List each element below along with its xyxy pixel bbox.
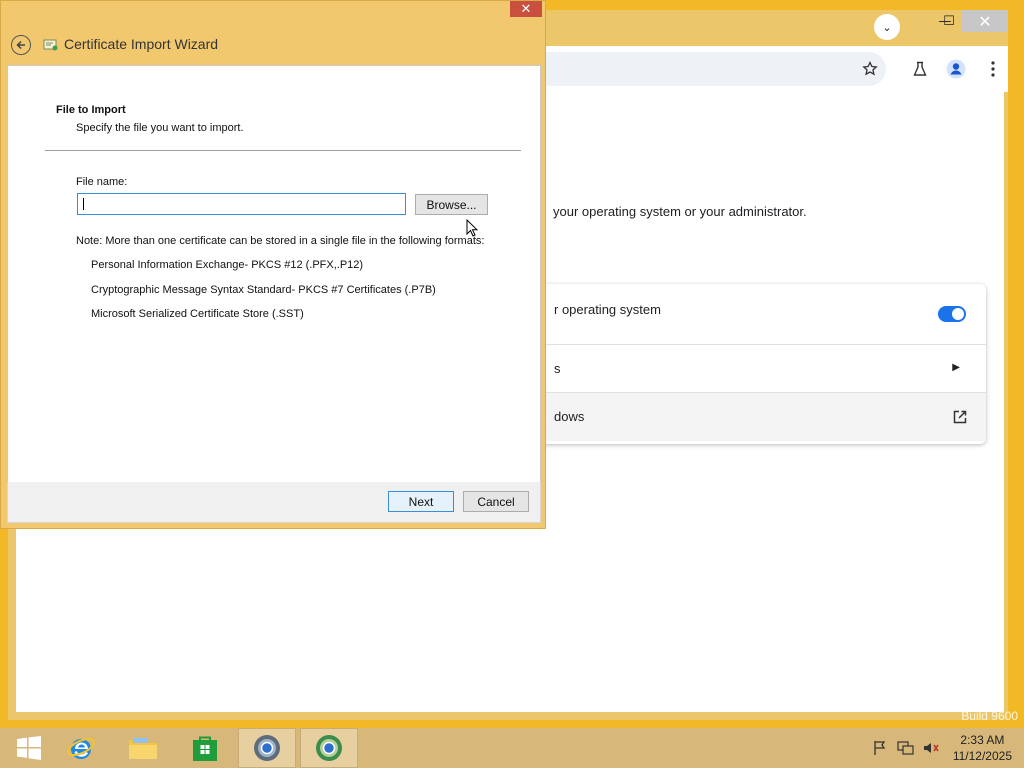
more-menu-icon[interactable] bbox=[982, 58, 1004, 80]
file-name-input[interactable] bbox=[77, 193, 406, 215]
internet-explorer-icon bbox=[67, 737, 95, 759]
settings-description: your operating system or your administra… bbox=[553, 204, 807, 219]
chrome-close-button[interactable]: ✕ bbox=[962, 10, 1008, 32]
close-icon: ✕ bbox=[520, 1, 532, 17]
back-arrow-icon bbox=[16, 40, 25, 50]
store-icon bbox=[193, 736, 217, 761]
divider bbox=[45, 150, 521, 151]
system-clock[interactable]: 2:33 AM 11/12/2025 bbox=[953, 732, 1012, 764]
close-icon: ✕ bbox=[978, 11, 992, 31]
tab-search-button[interactable]: ⌄ bbox=[874, 14, 900, 40]
store-button[interactable] bbox=[176, 728, 234, 768]
bookmark-star-icon[interactable] bbox=[859, 58, 881, 80]
folder-icon bbox=[129, 738, 157, 759]
build-watermark: Build 9600 bbox=[961, 709, 1018, 723]
formats-note: Note: More than one certificate can be s… bbox=[76, 235, 485, 247]
chevron-down-icon: ⌄ bbox=[882, 20, 892, 34]
mouse-pointer-icon bbox=[466, 218, 479, 237]
settings-row-label: dows bbox=[554, 409, 585, 424]
taskbar: 2:33 AM 11/12/2025 bbox=[0, 728, 1024, 768]
clock-date: 11/12/2025 bbox=[952, 749, 1012, 763]
cancel-button[interactable]: Cancel bbox=[463, 491, 529, 512]
settings-row-label: r operating system bbox=[554, 302, 661, 317]
certificate-import-wizard: ✕ Certificate Import Wizard File to Impo… bbox=[0, 0, 546, 529]
wizard-title: Certificate Import Wizard bbox=[64, 36, 219, 52]
format-item: Microsoft Serialized Certificate Store (… bbox=[91, 308, 304, 320]
chrome-icon bbox=[316, 735, 342, 761]
network-icon[interactable] bbox=[897, 740, 915, 760]
start-button[interactable] bbox=[0, 728, 58, 768]
arrow-right-icon: ▶ bbox=[952, 362, 960, 373]
os-certs-toggle[interactable] bbox=[938, 306, 966, 322]
maximize-button[interactable]: ☐ bbox=[932, 10, 966, 32]
certificate-icon bbox=[43, 37, 59, 51]
chrome-icon bbox=[254, 735, 280, 761]
volume-muted-icon[interactable] bbox=[922, 740, 940, 760]
wizard-body: File to Import Specify the file you want… bbox=[7, 65, 541, 483]
chrome-taskbar-button-1[interactable] bbox=[238, 728, 296, 768]
maximize-icon: ☐ bbox=[943, 13, 955, 29]
format-item: Personal Information Exchange- PKCS #12 … bbox=[91, 259, 364, 271]
labs-flask-icon[interactable] bbox=[909, 58, 931, 80]
browse-button[interactable]: Browse... bbox=[415, 194, 488, 215]
section-title: File to Import bbox=[56, 104, 126, 116]
file-explorer-button[interactable] bbox=[114, 728, 172, 768]
text-caret bbox=[83, 198, 84, 210]
internet-explorer-button[interactable] bbox=[52, 728, 110, 768]
chrome-taskbar-button-2[interactable] bbox=[300, 728, 358, 768]
external-link-icon bbox=[952, 409, 968, 425]
action-center-flag-icon[interactable] bbox=[872, 740, 888, 760]
wizard-footer: Next Cancel bbox=[7, 482, 541, 523]
next-button[interactable]: Next bbox=[388, 491, 454, 512]
section-subtitle: Specify the file you want to import. bbox=[76, 122, 244, 134]
format-item: Cryptographic Message Syntax Standard- P… bbox=[91, 284, 436, 296]
settings-row-label: s bbox=[554, 361, 561, 376]
clock-time: 2:33 AM bbox=[960, 733, 1005, 747]
file-name-label: File name: bbox=[76, 176, 128, 188]
windows-logo-icon bbox=[17, 736, 41, 760]
wizard-close-button[interactable]: ✕ bbox=[510, 1, 542, 17]
back-button[interactable] bbox=[11, 35, 31, 55]
profile-avatar-icon[interactable] bbox=[945, 58, 967, 80]
